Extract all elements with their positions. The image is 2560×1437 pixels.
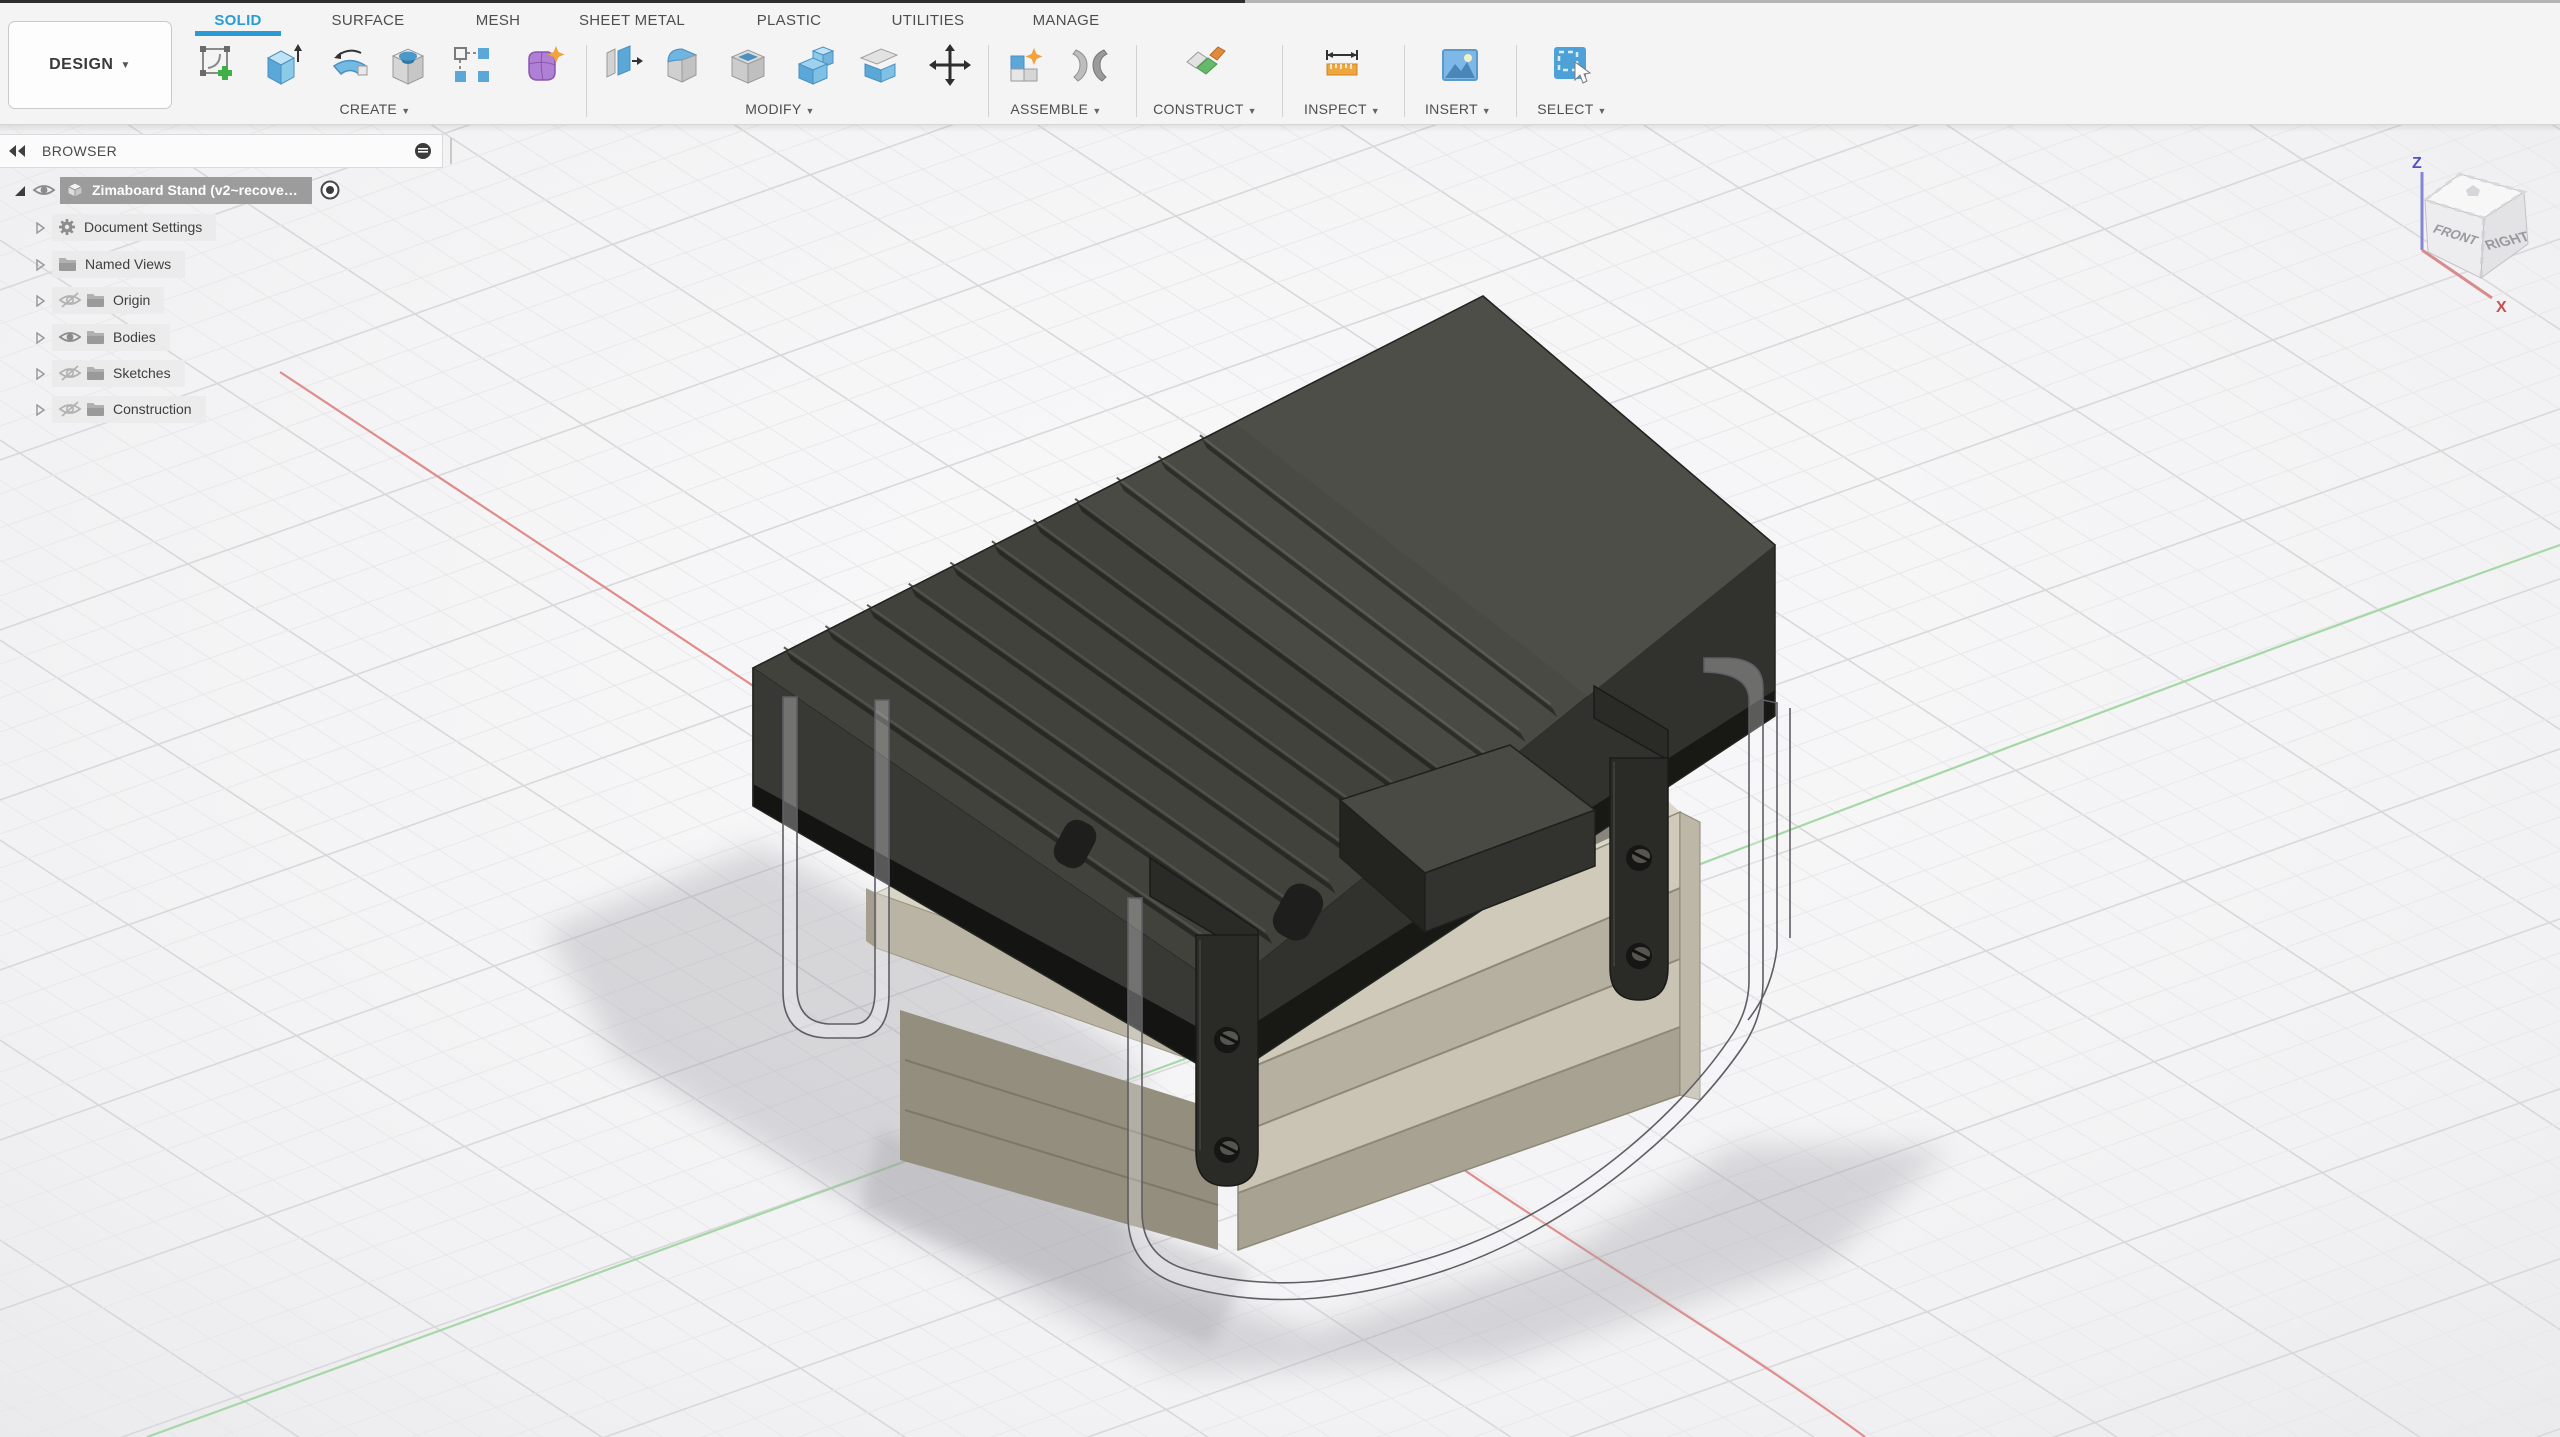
browser-options-icon[interactable]: [414, 142, 432, 160]
browser-row-named-views[interactable]: Named Views: [34, 250, 185, 278]
window-edge: [0, 0, 1245, 3]
screw: [1214, 1027, 1240, 1053]
toolbar-divider: [1516, 45, 1517, 117]
browser-row-zimaboard-stand-v-recove[interactable]: Zimaboard Stand (v2~recove…: [14, 176, 340, 204]
split-icon[interactable]: [855, 42, 901, 88]
screw: [1626, 943, 1652, 969]
extrude-icon[interactable]: [258, 42, 304, 88]
form-icon[interactable]: [520, 42, 566, 88]
expander-icon[interactable]: [34, 331, 46, 343]
expander-icon[interactable]: [34, 367, 46, 379]
visibility-eye-icon[interactable]: [58, 400, 82, 418]
insert-image-icon[interactable]: [1437, 42, 1483, 88]
screw: [1626, 845, 1652, 871]
window-edge-right: [1245, 0, 2560, 3]
browser-row-construction[interactable]: Construction: [34, 395, 206, 423]
folder-icon: [86, 292, 105, 308]
tab-manage[interactable]: MANAGE: [1033, 12, 1100, 29]
browser-title: BROWSER: [42, 143, 414, 159]
row-label: Document Settings: [84, 219, 202, 235]
select-icon[interactable]: [1549, 42, 1595, 88]
group-label-insert[interactable]: INSERT ▼: [1425, 101, 1491, 117]
toolbar-divider: [586, 45, 587, 117]
tab-surface[interactable]: SURFACE: [332, 12, 405, 29]
group-label-assemble[interactable]: ASSEMBLE ▼: [1010, 101, 1101, 117]
folder-icon: [86, 365, 105, 381]
active-tab-underline: [195, 31, 281, 36]
new-component-icon[interactable]: [1003, 42, 1049, 88]
pattern-icon[interactable]: [449, 42, 495, 88]
measure-icon[interactable]: [1319, 42, 1365, 88]
browser-header[interactable]: BROWSER: [0, 134, 443, 168]
row-pill[interactable]: Sketches: [52, 360, 185, 387]
toolbar-divider: [1136, 45, 1137, 117]
browser-row-origin[interactable]: Origin: [34, 286, 164, 314]
tab-solid[interactable]: SOLID: [214, 12, 261, 29]
folder-icon: [86, 329, 105, 345]
folder-icon: [58, 256, 77, 272]
gear-icon: [58, 218, 76, 236]
tab-plastic[interactable]: PLASTIC: [757, 12, 822, 29]
visibility-eye-icon[interactable]: [58, 364, 82, 382]
cube-icon: [66, 181, 84, 199]
toolbar: DESIGN▼ SOLID SURFACE MESH SHEET METAL PLAST…: [0, 0, 2560, 125]
tab-sheet-metal[interactable]: SHEET METAL: [579, 12, 685, 29]
joint-icon[interactable]: [1067, 42, 1113, 88]
tab-utilities[interactable]: UTILITIES: [892, 12, 965, 29]
screw: [1214, 1137, 1240, 1163]
tab-mesh[interactable]: MESH: [476, 12, 521, 29]
revolve-icon[interactable]: [327, 42, 373, 88]
panel-resize-handle[interactable]: [450, 138, 452, 164]
shell-icon[interactable]: [726, 42, 772, 88]
row-label: Zimaboard Stand (v2~recove…: [92, 182, 298, 198]
group-label-select[interactable]: SELECT ▼: [1537, 101, 1606, 117]
row-label: Origin: [113, 292, 150, 308]
browser-row-document-settings[interactable]: Document Settings: [34, 213, 216, 241]
activate-component-radio[interactable]: [320, 180, 340, 200]
viewport-canvas[interactable]: [0, 0, 2560, 1437]
row-label: Construction: [113, 401, 192, 417]
move-icon[interactable]: [927, 42, 973, 88]
collapse-panel-icon[interactable]: [8, 144, 30, 158]
expander-icon[interactable]: [34, 221, 46, 233]
press-pull-icon[interactable]: [599, 42, 645, 88]
group-label-create[interactable]: CREATE ▼: [340, 101, 411, 117]
visibility-eye-icon[interactable]: [58, 291, 82, 309]
create-sketch-icon[interactable]: [196, 42, 242, 88]
row-pill[interactable]: Bodies: [52, 324, 170, 351]
row-pill[interactable]: Named Views: [52, 251, 185, 278]
group-label-inspect[interactable]: INSPECT ▼: [1304, 101, 1380, 117]
group-label-modify[interactable]: MODIFY ▼: [745, 101, 814, 117]
expander-icon[interactable]: [34, 258, 46, 270]
viewcube[interactable]: Z X FRONT RIGHT: [2370, 128, 2560, 328]
browser-row-bodies[interactable]: Bodies: [34, 323, 170, 351]
expander-icon[interactable]: [14, 184, 26, 196]
fusion-window: DESIGN▼ SOLID SURFACE MESH SHEET METAL PLAST…: [0, 0, 2560, 1437]
workspace-switcher-design[interactable]: DESIGN▼: [8, 21, 172, 109]
hole-icon[interactable]: [385, 42, 431, 88]
row-pill[interactable]: Construction: [52, 396, 206, 423]
toolbar-divider: [988, 45, 989, 117]
expander-icon[interactable]: [34, 294, 46, 306]
combine-icon[interactable]: [793, 42, 839, 88]
folder-icon: [86, 401, 105, 417]
browser-row-sketches[interactable]: Sketches: [34, 359, 185, 387]
row-label: Bodies: [113, 329, 156, 345]
row-pill[interactable]: Document Settings: [52, 214, 216, 241]
row-pill[interactable]: Origin: [52, 287, 164, 314]
visibility-eye-icon[interactable]: [58, 328, 82, 346]
fillet-icon[interactable]: [660, 42, 706, 88]
toolbar-divider: [1282, 45, 1283, 117]
row-label: Named Views: [85, 256, 171, 272]
toolbar-divider: [1404, 45, 1405, 117]
viewcube-x-label: X: [2496, 299, 2507, 316]
viewcube-z-label: Z: [2412, 155, 2422, 172]
visibility-eye-icon[interactable]: [32, 181, 56, 199]
row-pill[interactable]: Zimaboard Stand (v2~recove…: [60, 177, 312, 204]
expander-icon[interactable]: [34, 403, 46, 415]
group-label-construct[interactable]: CONSTRUCT ▼: [1153, 101, 1257, 117]
construct-plane-icon[interactable]: [1183, 42, 1229, 88]
row-label: Sketches: [113, 365, 171, 381]
chevron-down-icon: ▼: [120, 60, 130, 71]
